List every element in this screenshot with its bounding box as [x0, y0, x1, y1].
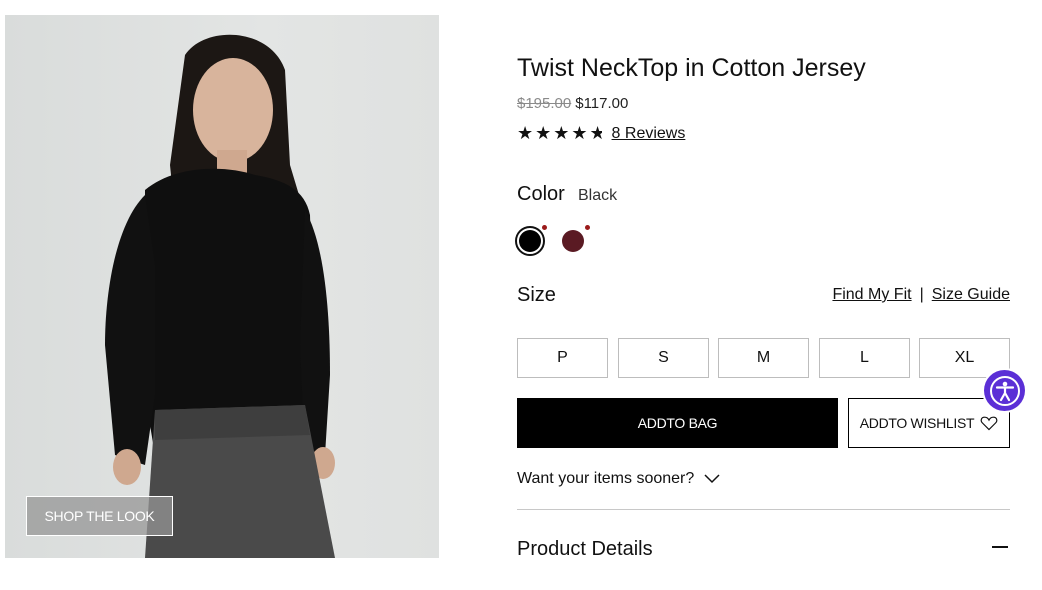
- product-image: SHOP THE LOOK: [5, 15, 439, 558]
- size-links: Find My Fit | Size Guide: [832, 286, 1010, 304]
- reviews-link[interactable]: 8 Reviews: [612, 125, 686, 143]
- section-divider: [517, 509, 1010, 510]
- size-option-p[interactable]: P: [517, 338, 608, 378]
- heart-icon: [980, 416, 998, 431]
- sale-price: $117.00: [575, 95, 629, 112]
- size-option-s[interactable]: S: [618, 338, 709, 378]
- half-star-icon: ★: [589, 123, 602, 143]
- collapse-minus-icon[interactable]: [992, 546, 1008, 548]
- accessibility-icon[interactable]: [984, 370, 1025, 411]
- accessibility-figure-icon: [989, 375, 1020, 406]
- star-rating: ★★★★★: [517, 123, 602, 144]
- swatch-indicator-dot: [585, 225, 590, 230]
- color-label: Color: [517, 183, 565, 205]
- price: $195.00 $117.00: [517, 95, 628, 112]
- wishlist-label: ADDTO WISHLIST: [859, 415, 975, 431]
- original-price: $195.00: [517, 95, 572, 112]
- product-details-heading[interactable]: Product Details: [517, 538, 653, 561]
- chevron-down-icon: [704, 474, 720, 484]
- rating: ★★★★★ 8 Reviews: [517, 123, 685, 144]
- shop-the-look-button[interactable]: SHOP THE LOOK: [26, 496, 173, 536]
- product-title: Twist NeckTop in Cotton Jersey: [517, 54, 866, 82]
- model-photo: [105, 34, 335, 558]
- add-to-bag-button[interactable]: ADDTO BAG: [517, 398, 838, 448]
- size-label: Size: [517, 284, 556, 306]
- stars-full: ★★★★: [517, 123, 590, 143]
- swatch-burgundy[interactable]: [562, 225, 590, 252]
- add-to-wishlist-button[interactable]: ADDTO WISHLIST: [848, 398, 1010, 448]
- size-option-m[interactable]: M: [718, 338, 809, 378]
- delivery-sooner-toggle[interactable]: Want your items sooner?: [517, 470, 720, 488]
- swatch-indicator-dot: [542, 225, 547, 230]
- swatch-black[interactable]: [515, 225, 547, 256]
- delivery-sooner-label: Want your items sooner?: [517, 470, 695, 487]
- size-option-l[interactable]: L: [819, 338, 910, 378]
- color-selected-value: Black: [578, 187, 618, 204]
- link-separator: |: [919, 286, 924, 303]
- find-my-fit-link[interactable]: Find My Fit: [832, 286, 911, 304]
- size-guide-link[interactable]: Size Guide: [932, 286, 1010, 304]
